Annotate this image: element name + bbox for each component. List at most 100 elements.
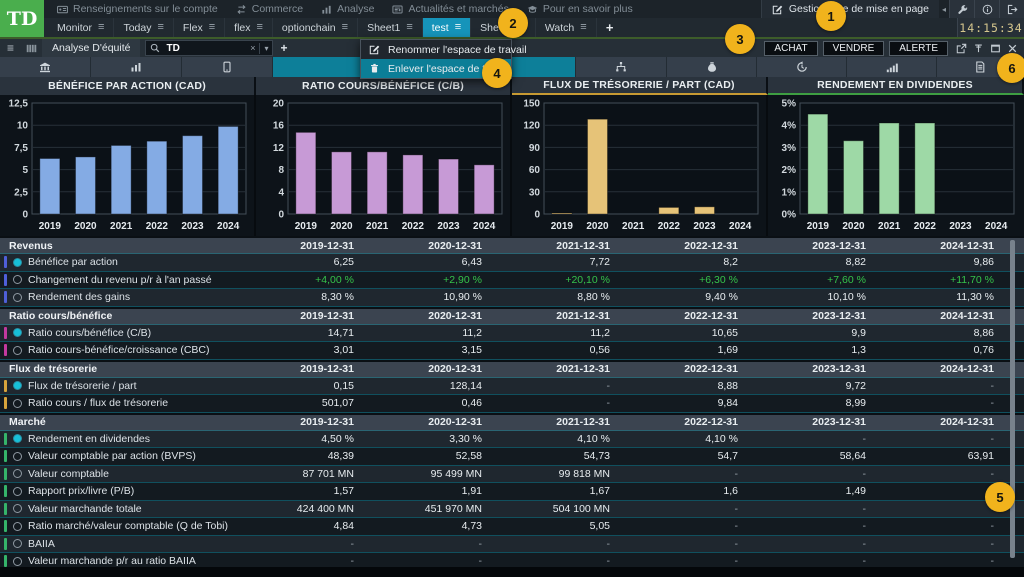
- layout-grid-icon[interactable]: [21, 43, 42, 54]
- symbol-search-input[interactable]: [164, 42, 246, 55]
- toolbar-button-bank[interactable]: [0, 57, 91, 77]
- radio-icon[interactable]: [13, 469, 22, 478]
- clear-search-icon[interactable]: ×: [250, 43, 255, 53]
- table-row-ratio-cours-flux-de-tresorerie[interactable]: Ratio cours / flux de trésorerie501,070,…: [0, 395, 1024, 413]
- workspace-tab-today[interactable]: Today≡: [114, 18, 173, 37]
- table-row-rendement-en-dividendes[interactable]: Rendement en dividendes4,50 %3,30 %4,10 …: [0, 431, 1024, 449]
- context-menu-item-renommer-l-espace-de-travail[interactable]: Renommer l'espace de travail: [361, 40, 511, 59]
- table-scrollbar[interactable]: [1010, 240, 1015, 558]
- pin-button[interactable]: [970, 40, 987, 56]
- workspace-tab-test[interactable]: test≡: [423, 18, 471, 37]
- radio-icon[interactable]: [13, 275, 22, 284]
- tab-menu-icon[interactable]: ≡: [98, 22, 104, 33]
- table-row-valeur-marchande-totale[interactable]: Valeur marchande totale424 400 MN451 970…: [0, 501, 1024, 519]
- radio-icon[interactable]: [13, 399, 22, 408]
- workspace-tab-flex[interactable]: flex≡: [225, 18, 273, 37]
- value-cell: 7,72: [492, 256, 620, 268]
- svg-text:0: 0: [278, 210, 284, 221]
- value-cell: -: [748, 468, 876, 480]
- toolbar-button-org-chart[interactable]: [576, 57, 667, 77]
- metric-label: Flux de trésorerie / part: [28, 380, 137, 392]
- add-workspace-button[interactable]: +: [597, 18, 623, 37]
- workspace-tab-optionchain[interactable]: optionchain≡: [273, 18, 358, 37]
- radio-icon[interactable]: [13, 522, 22, 531]
- nav-item-analyse[interactable]: Analyse: [312, 0, 383, 18]
- vendre-button[interactable]: VENDRE: [823, 41, 885, 56]
- nav-item-actualites-et-marches[interactable]: Actualités et marchés: [383, 0, 517, 18]
- table-row-rapport-prix-livre-p-b[interactable]: Rapport prix/livre (P/B)1,571,911,671,61…: [0, 483, 1024, 501]
- svg-text:2022: 2022: [146, 221, 169, 232]
- toolbar-button-tablet[interactable]: [182, 57, 273, 77]
- layout-manager-button[interactable]: Gestionnaire de mise en page: [761, 0, 939, 18]
- radio-selected-icon[interactable]: [13, 258, 22, 267]
- workspace-tab-watch[interactable]: Watch≡: [536, 18, 597, 37]
- table-row-flux-de-tresorerie-part[interactable]: Flux de trésorerie / part0,15128,14-8,88…: [0, 378, 1024, 396]
- tab-menu-icon[interactable]: ≡: [455, 22, 461, 33]
- value-cell: 424 400 MN: [236, 503, 364, 515]
- radio-icon[interactable]: [13, 557, 22, 566]
- table-row-ratio-marche-valeur-comptable-q-de-tobi[interactable]: Ratio marché/valeur comptable (Q de Tobi…: [0, 518, 1024, 536]
- nav-item-renseignements-sur-le-compte[interactable]: Renseignements sur le compte: [48, 0, 227, 18]
- svg-text:2020: 2020: [330, 221, 353, 232]
- value-cell: -: [876, 397, 1004, 409]
- metric-label-cell: Ratio marché/valeur comptable (Q de Tobi…: [0, 520, 236, 532]
- metric-label: Valeur marchande p/r au ratio BAIIA: [28, 555, 196, 567]
- td-logo[interactable]: TD: [0, 0, 44, 37]
- table-row-benefice-par-action[interactable]: Bénéfice par action6,256,437,728,28,829,…: [0, 254, 1024, 272]
- radio-icon[interactable]: [13, 293, 22, 302]
- open-in-new-button[interactable]: [953, 40, 970, 56]
- radio-icon[interactable]: [13, 487, 22, 496]
- workspace-tab-monitor[interactable]: Monitor≡: [48, 18, 114, 37]
- table-row-baiia[interactable]: BAIIA------: [0, 536, 1024, 554]
- nav-item-commerce[interactable]: Commerce: [227, 0, 312, 18]
- toolbar-button-stats[interactable]: [91, 57, 182, 77]
- table-row-valeur-comptable[interactable]: Valeur comptable87 701 MN95 499 MN99 818…: [0, 466, 1024, 484]
- radio-selected-icon[interactable]: [13, 434, 22, 443]
- value-cell: -: [620, 503, 748, 515]
- tab-menu-icon[interactable]: ≡: [257, 22, 263, 33]
- row-accent-bar: [4, 433, 7, 445]
- info-icon: [982, 4, 993, 15]
- sheet-menu-icon[interactable]: ≡: [0, 41, 21, 55]
- table-row-ratio-cours-benefice-c-b[interactable]: Ratio cours/bénéfice (C/B)14,7111,211,21…: [0, 325, 1024, 343]
- radio-icon[interactable]: [13, 452, 22, 461]
- alerte-button[interactable]: ALERTE: [889, 41, 948, 56]
- metric-label: Ratio marché/valeur comptable (Q de Tobi…: [28, 520, 228, 532]
- search-dropdown-icon[interactable]: ▾: [264, 44, 268, 53]
- add-view-button[interactable]: +: [280, 41, 287, 55]
- collapse-left-icon[interactable]: ◂: [939, 5, 949, 14]
- metric-label: Rapport prix/livre (P/B): [28, 485, 134, 497]
- row-accent-bar: [4, 274, 7, 286]
- radio-icon[interactable]: [13, 346, 22, 355]
- toolbar-button-history[interactable]: [757, 57, 847, 77]
- toolbar-button-money-bag[interactable]: [667, 57, 757, 77]
- workspace-tab-flex[interactable]: Flex≡: [174, 18, 225, 37]
- toolbar-button-signal[interactable]: [847, 57, 937, 77]
- value-cell: 58,64: [748, 450, 876, 462]
- value-cell: -: [876, 380, 1004, 392]
- tab-menu-icon[interactable]: ≡: [406, 22, 412, 33]
- table-row-ratio-cours-benefice-croissance-cbc[interactable]: Ratio cours-bénéfice/croissance (CBC)3,0…: [0, 342, 1024, 360]
- tab-menu-icon[interactable]: ≡: [209, 22, 215, 33]
- table-row-valeur-comptable-par-action-bvps[interactable]: Valeur comptable par action (BVPS)48,395…: [0, 448, 1024, 466]
- workspace-tab-sheet1[interactable]: Sheet1≡: [358, 18, 423, 37]
- radio-icon[interactable]: [13, 539, 22, 548]
- tab-menu-icon[interactable]: ≡: [342, 22, 348, 33]
- radio-selected-icon[interactable]: [13, 381, 22, 390]
- utility-button-wrench[interactable]: [949, 0, 974, 18]
- sheet-tab-equity-analysis[interactable]: Analyse D'équité: [42, 39, 140, 57]
- table-row-rendement-des-gains[interactable]: Rendement des gains8,30 %10,90 %8,80 %9,…: [0, 289, 1024, 307]
- nav-item-pour-en-savoir-plus[interactable]: Pour en savoir plus: [518, 0, 642, 18]
- value-cell: 1,6: [620, 485, 748, 497]
- radio-selected-icon[interactable]: [13, 328, 22, 337]
- achat-button[interactable]: ACHAT: [764, 41, 817, 56]
- tab-menu-icon[interactable]: ≡: [580, 22, 586, 33]
- table-row-changement-du-revenu-p-r-a-l-an-passe[interactable]: Changement du revenu p/r à l'an passé+4,…: [0, 272, 1024, 290]
- row-accent-bar: [4, 291, 7, 303]
- utility-button-sign-out[interactable]: [999, 0, 1024, 18]
- tab-menu-icon[interactable]: ≡: [157, 22, 163, 33]
- radio-icon[interactable]: [13, 504, 22, 513]
- maximize-button[interactable]: [987, 40, 1004, 56]
- date-column-header: 2024-12-31: [876, 240, 1004, 252]
- utility-button-info[interactable]: [974, 0, 999, 18]
